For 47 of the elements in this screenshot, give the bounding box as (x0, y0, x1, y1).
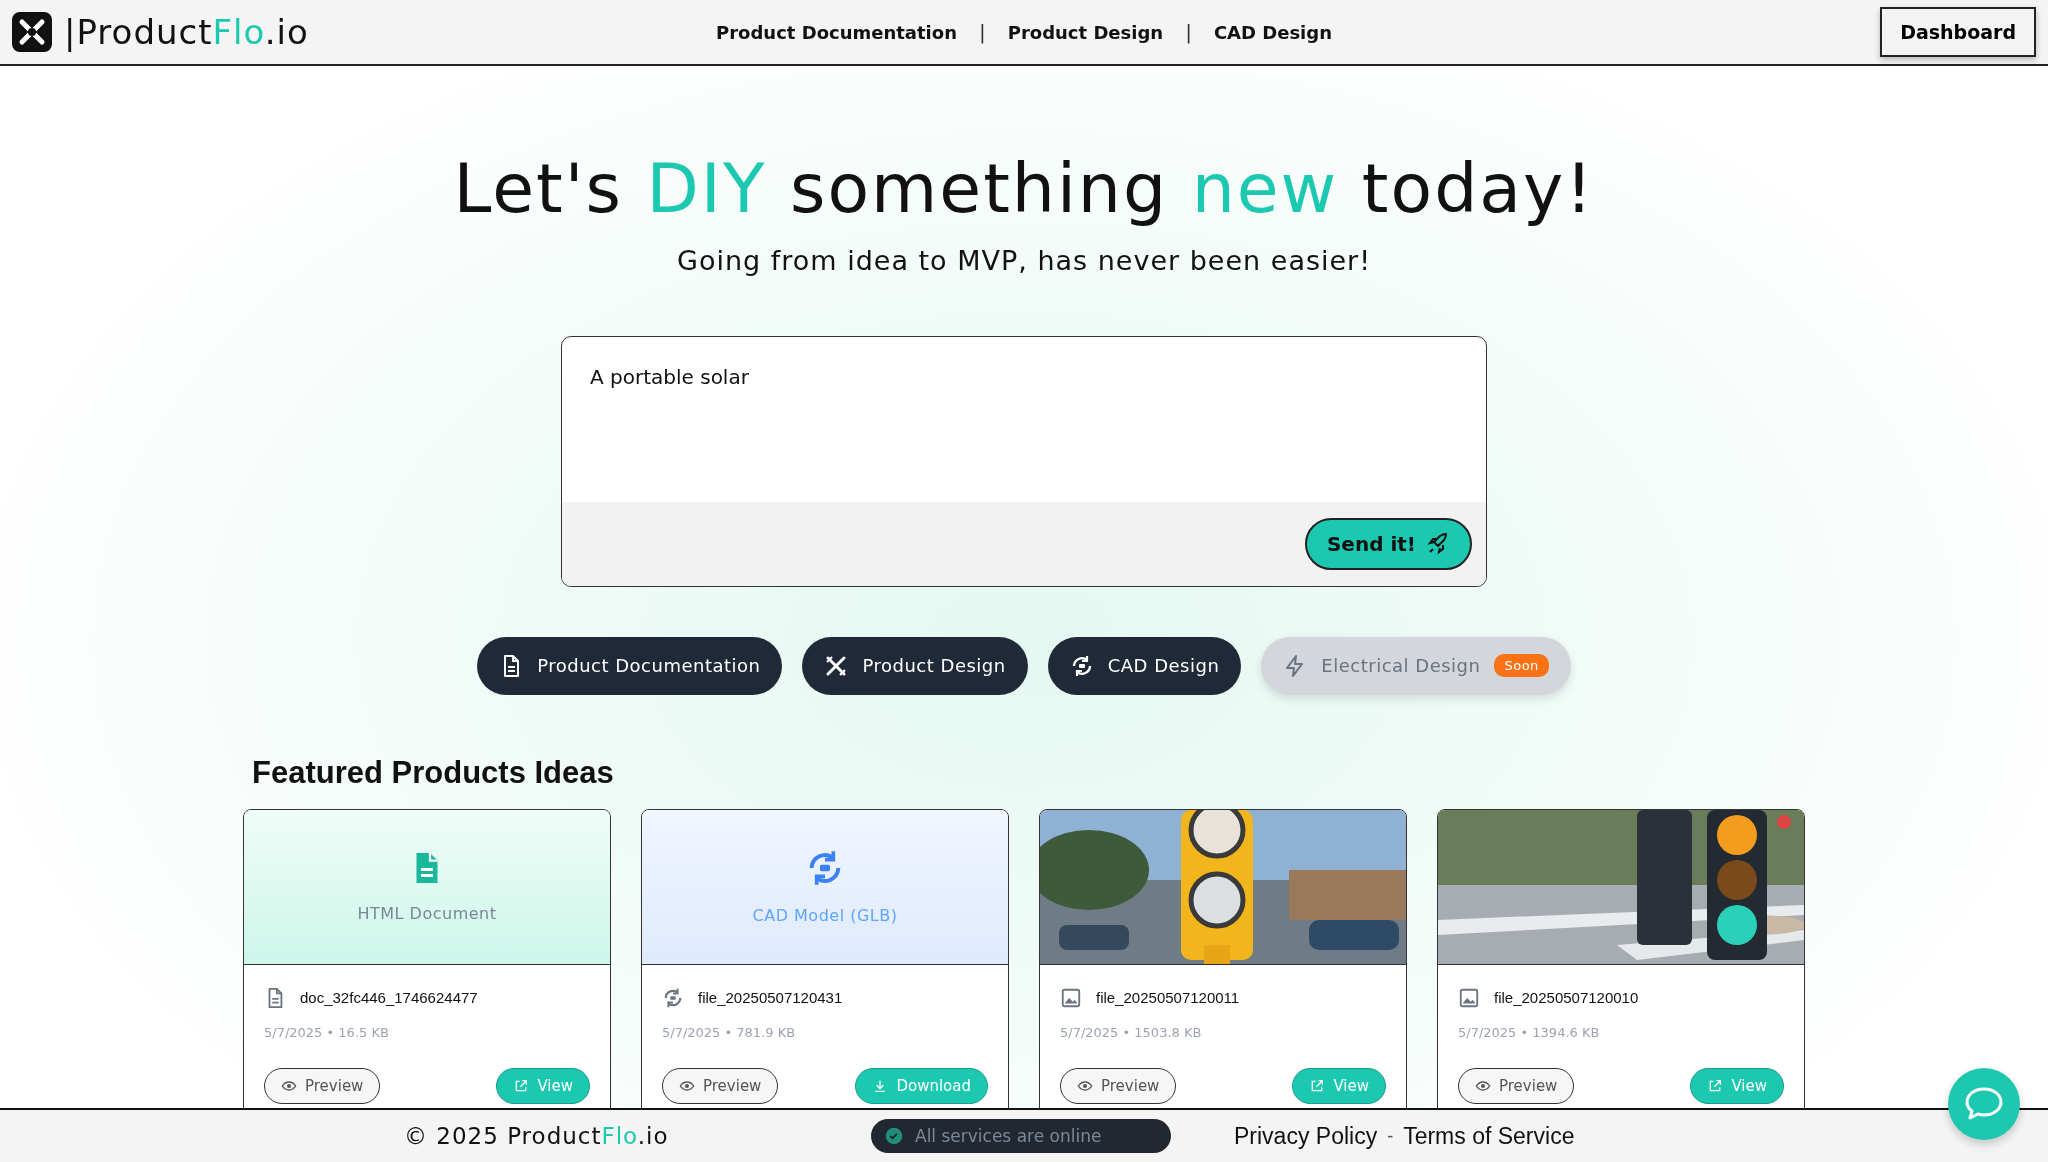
preview-label: CAD Model (GLB) (752, 906, 898, 926)
nav-link[interactable]: Product Documentation (716, 21, 957, 43)
card-button[interactable]: Preview (662, 1067, 779, 1104)
file-meta: 5/7/2025 • 781.9 KB (662, 1024, 797, 1040)
nav-link[interactable]: Product Design (1007, 21, 1164, 43)
file-name: file_20250507120010 (1494, 989, 1639, 1007)
send-button[interactable]: Send it! (1304, 517, 1472, 570)
logo-icon (12, 12, 52, 52)
image-icon (1060, 986, 1082, 1009)
hero-subtitle: Going from idea to MVP, has never been easier! (676, 244, 1372, 276)
nav-separator: | (978, 20, 986, 44)
check-circle-icon (885, 1127, 903, 1145)
hero-title: Let's DIY something new today! (453, 152, 1595, 227)
footer-link[interactable]: Privacy Policy (1234, 1122, 1378, 1150)
dashboard-button[interactable]: Dashboard (1880, 7, 2036, 57)
external-link-icon (1309, 1077, 1326, 1094)
file-meta: 5/7/2025 • 1503.8 KB (1060, 1024, 1203, 1040)
footer-separator: - (1387, 1125, 1394, 1147)
category-button[interactable]: CAD Design (1047, 636, 1242, 695)
brand-name: |ProductFlo.io (64, 12, 309, 52)
category-button[interactable]: Product Design (802, 636, 1028, 695)
card-button[interactable]: Preview (264, 1067, 381, 1104)
image-icon (1458, 986, 1480, 1009)
file-name: file_20250507120011 (1096, 989, 1240, 1007)
nav-link[interactable]: CAD Design (1213, 21, 1332, 43)
category-button[interactable]: Product Documentation (477, 636, 783, 695)
file-meta: 5/7/2025 • 1394.6 KB (1458, 1024, 1601, 1040)
rotate-3d-icon (662, 986, 684, 1009)
soon-badge: Soon (1494, 654, 1549, 678)
copyright-text: © 2025 ProductFlo.io (404, 1123, 669, 1149)
prompt-input[interactable]: A portable solar (562, 336, 1486, 502)
preview-label: HTML Document (357, 904, 497, 924)
file-name: file_20250507120431 (698, 989, 843, 1007)
card-button[interactable]: Preview (1060, 1067, 1177, 1104)
chat-button[interactable] (1948, 1068, 2020, 1140)
file-meta: 5/7/2025 • 16.5 KB (264, 1024, 390, 1040)
section-heading: Featured Products Ideas (252, 754, 615, 791)
ruler-pencil-icon (824, 653, 849, 678)
external-link-icon (513, 1077, 530, 1094)
external-link-icon (1707, 1077, 1724, 1094)
footer-link[interactable]: Terms of Service (1403, 1122, 1575, 1150)
status-text: All services are online (915, 1126, 1102, 1146)
card-button[interactable]: Preview (1458, 1067, 1575, 1104)
rocket-icon (1426, 531, 1450, 556)
nav-separator: | (1185, 20, 1192, 44)
file-name: doc_32fc446_1746624477 (300, 989, 478, 1007)
speech-bubble-icon (1964, 1086, 2004, 1122)
